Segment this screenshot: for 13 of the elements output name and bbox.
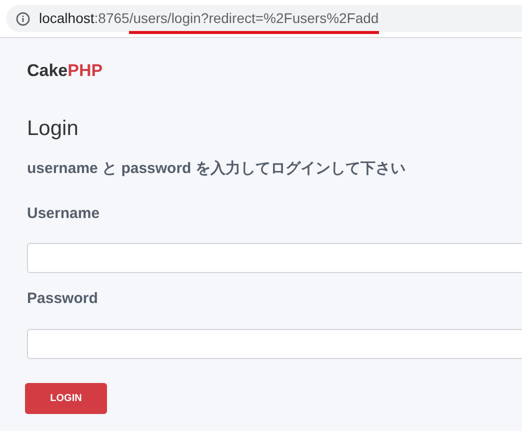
address-bar[interactable]: localhost:8765/users/login?redirect=%2Fusers%2Fadd xyxy=(6,5,522,32)
login-button[interactable]: LOGIN xyxy=(25,382,107,414)
brand-logo[interactable]: CakePHP xyxy=(27,58,495,84)
instruction-text: username と password を入力してログインして下さい xyxy=(27,159,406,179)
url-text: :8765 xyxy=(94,9,130,28)
input-field[interactable] xyxy=(27,243,522,273)
field-label: Password xyxy=(27,289,99,309)
page-heading: Login xyxy=(27,116,80,142)
url-text: localhost xyxy=(39,9,94,28)
input-field[interactable] xyxy=(27,328,522,358)
info-icon[interactable] xyxy=(16,12,30,26)
field-label: Username xyxy=(27,204,101,224)
url-text: /users/login?redirect=%2Fusers%2Fadd xyxy=(129,8,379,34)
